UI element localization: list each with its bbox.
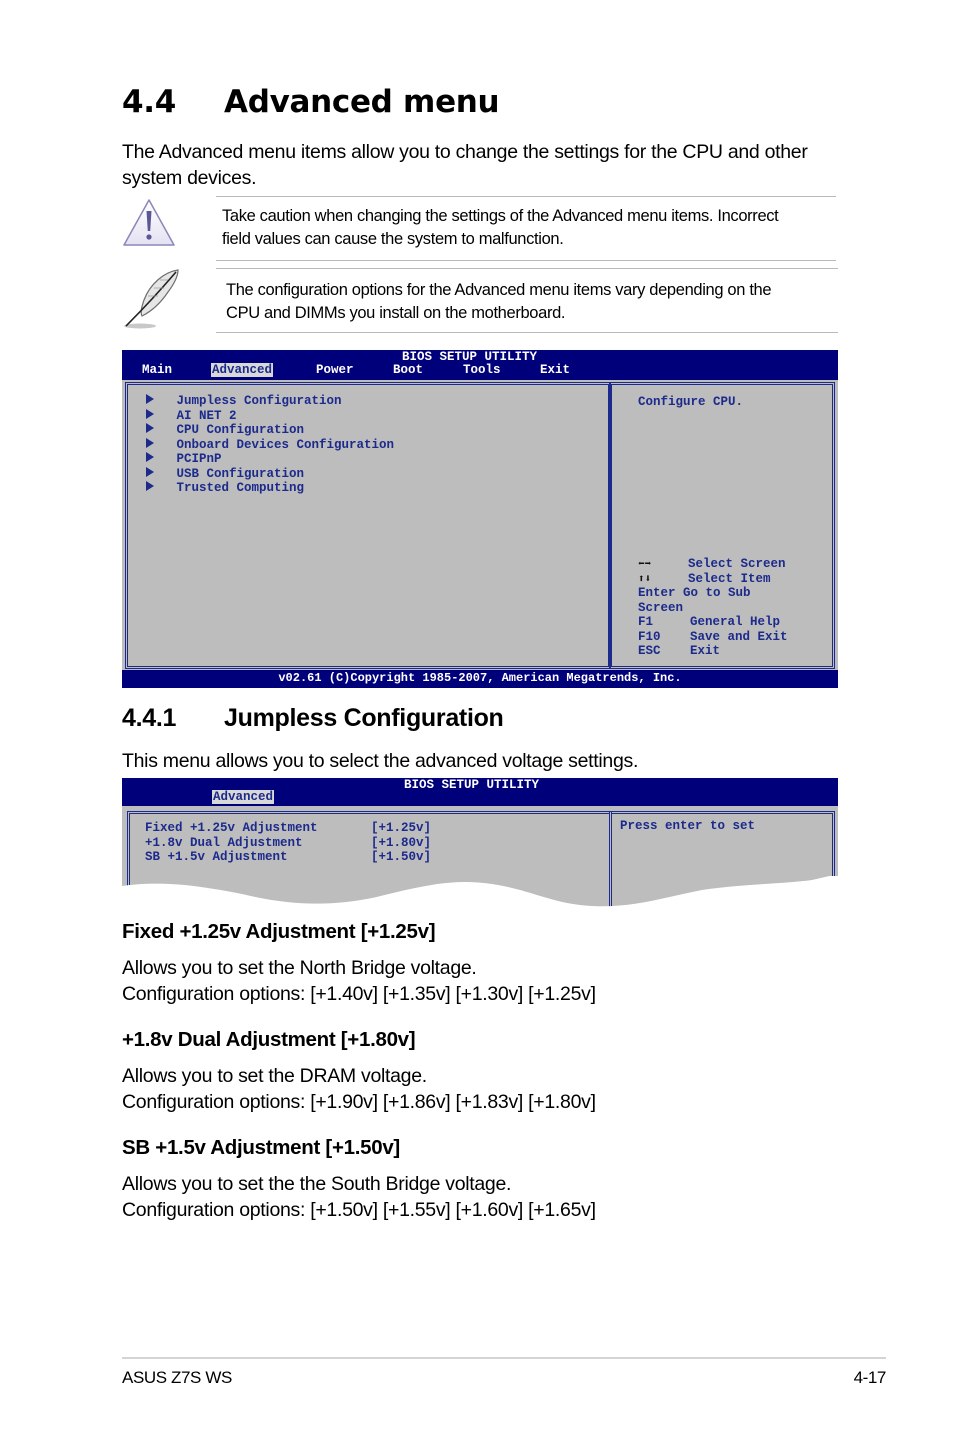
info-line-2: CPU and DIMMs you install on the motherb…: [226, 304, 566, 322]
note-divider: [216, 332, 838, 333]
bios-item-ai-net[interactable]: AI NET 2: [146, 408, 394, 424]
subsection-title-text: Jumpless Configuration: [224, 704, 504, 732]
setting-heading-sb-15: SB +1.5v Adjustment [+1.50v]: [122, 1136, 400, 1159]
setting-desc: Allows you to set the DRAM voltage.: [122, 1065, 427, 1087]
note-divider: [216, 196, 836, 197]
bios-title: BIOS SETUP UTILITY: [402, 350, 538, 364]
feather-pen-icon: [120, 266, 186, 332]
bios-help-text: Press enter to set: [620, 819, 756, 833]
setting-heading-fixed-125: Fixed +1.25v Adjustment [+1.25v]: [122, 920, 436, 943]
section-title-text: Advanced menu: [224, 84, 500, 120]
bios-tab-tools[interactable]: Tools: [463, 363, 501, 377]
submenu-arrow-icon: [146, 466, 154, 477]
footer-product: ASUS Z7S WS: [122, 1368, 232, 1387]
bios-row-dual-18[interactable]: +1.8v Dual Adjustment [+1.80v]: [145, 836, 431, 851]
submenu-arrow-icon: [146, 394, 154, 404]
note-divider: [216, 268, 838, 269]
footer-divider: [122, 1357, 886, 1359]
bios-help-text: Configure CPU.: [638, 395, 744, 409]
bios-item-trusted-computing[interactable]: Trusted Computing: [146, 481, 394, 496]
bios-voltage-list: Fixed +1.25v Adjustment [+1.25v] +1.8v Du…: [145, 821, 431, 865]
submenu-arrow-icon: [146, 452, 154, 462]
setting-heading-dual-18: +1.8v Dual Adjustment [+1.80v]: [122, 1028, 416, 1051]
setting-desc: Allows you to set the the South Bridge v…: [122, 1173, 512, 1195]
setting-desc: Allows you to set the North Bridge volta…: [122, 957, 477, 979]
bios-tab-power[interactable]: Power: [316, 363, 354, 377]
bios-item-cpu-config[interactable]: CPU Configuration: [146, 423, 394, 438]
bios-jumpless-screen: BIOS SETUP UTILITY Advanced Fixed +1.25v…: [122, 778, 838, 912]
caution-line-1: Take caution when changing the settings …: [222, 207, 779, 225]
warning-triangle-icon: [122, 198, 176, 248]
bios-row-fixed-125[interactable]: Fixed +1.25v Adjustment [+1.25v]: [145, 821, 431, 836]
note-divider: [216, 260, 836, 261]
bios-item-pcipnp[interactable]: PCIPnP: [146, 452, 394, 467]
bios-item-onboard-devices[interactable]: Onboard Devices Configuration: [146, 437, 394, 453]
key-row: ⬅➡ Select Screen: [638, 557, 786, 571]
key-row: F10 Save and Exit: [638, 629, 788, 644]
setting-options: Configuration options: [+1.90v] [+1.86v]…: [122, 1091, 596, 1113]
bios-menu-bar: BIOS SETUP UTILITY Advanced: [122, 778, 838, 806]
bios-title: BIOS SETUP UTILITY: [404, 778, 540, 792]
key-row: ESC Exit: [638, 644, 721, 658]
submenu-arrow-icon: [146, 423, 154, 433]
key-row: ⬆⬇ Select Item: [638, 571, 771, 586]
info-line-1: The configuration options for the Advanc…: [226, 281, 772, 299]
section-intro: The Advanced menu items allow you to cha…: [122, 141, 808, 189]
bios-item-jumpless[interactable]: Jumpless Configuration: [146, 394, 394, 409]
bios-row-sb-15[interactable]: SB +1.5v Adjustment [+1.50v]: [145, 850, 431, 865]
up-down-arrows-icon: ⬆⬇: [638, 573, 652, 586]
bios-tab-exit[interactable]: Exit: [540, 363, 570, 377]
key-row: Screen: [638, 600, 684, 615]
bios-advanced-screen: BIOS SETUP UTILITY Main Advanced Power B…: [122, 350, 838, 688]
section-number: 4.4: [122, 84, 177, 120]
bios-tab-boot[interactable]: Boot: [393, 363, 423, 377]
setting-options: Configuration options: [+1.50v] [+1.55v]…: [122, 1199, 596, 1221]
left-right-arrows-icon: ⬅➡: [638, 559, 652, 571]
submenu-arrow-icon: [146, 408, 154, 419]
caution-line-2: field values can cause the system to mal…: [222, 230, 564, 248]
bios-key-legend: ⬅➡ Select Screen ⬆⬇ Select Item Enter Go t…: [638, 557, 788, 659]
submenu-arrow-icon: [146, 481, 154, 491]
key-row: Enter Go to Sub: [638, 586, 751, 600]
bios-tab-main[interactable]: Main: [142, 363, 172, 377]
torn-edge: [122, 876, 838, 912]
bios-tab-advanced[interactable]: Advanced: [212, 790, 275, 804]
submenu-arrow-icon: [146, 437, 154, 448]
subsection-title: 4.4.1 Jumpless Configuration: [122, 704, 504, 733]
bios-item-usb-config[interactable]: USB Configuration: [146, 466, 394, 482]
subsection-intro: This menu allows you to select the advan…: [122, 750, 639, 772]
section-title: 4.4 Advanced menu: [122, 84, 500, 120]
info-note: The configuration options for the Advanc…: [226, 279, 772, 325]
bios-copyright: v02.61 (C)Copyright 1985-2007, American …: [278, 671, 682, 685]
setting-options: Configuration options: [+1.40v] [+1.35v]…: [122, 983, 596, 1005]
footer-page-number: 4-17: [853, 1368, 887, 1387]
caution-note: Take caution when changing the settings …: [222, 205, 779, 251]
key-row: F1 General Help: [638, 615, 781, 629]
bios-item-list: Jumpless Configuration AI NET 2 CPU Conf…: [146, 394, 394, 496]
bios-menu-bar: BIOS SETUP UTILITY Main Advanced Power B…: [122, 350, 838, 380]
subsection-number: 4.4.1: [122, 704, 177, 732]
bios-copyright-bar: v02.61 (C)Copyright 1985-2007, American …: [122, 670, 838, 688]
bios-tab-advanced[interactable]: Advanced: [211, 363, 274, 377]
